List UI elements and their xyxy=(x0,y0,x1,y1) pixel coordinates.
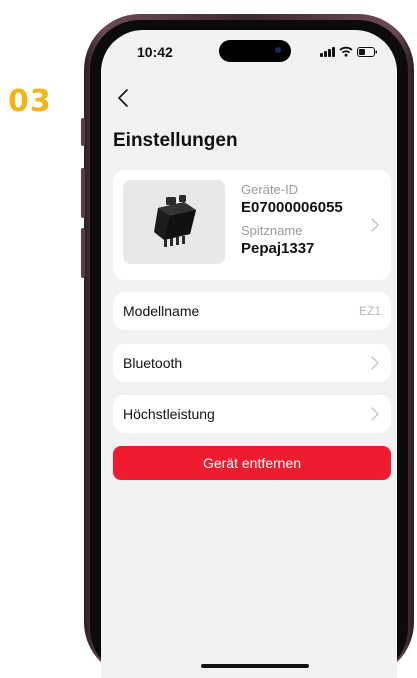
microinverter-icon xyxy=(154,195,196,247)
bluetooth-label: Bluetooth xyxy=(123,355,183,371)
mute-switch xyxy=(81,118,85,146)
status-bar: 10:42 xyxy=(101,30,397,74)
back-button[interactable] xyxy=(111,86,135,110)
model-name-value: EZ1 xyxy=(358,304,381,318)
status-icons xyxy=(320,46,377,57)
step-number: 03 xyxy=(8,84,52,119)
status-time: 10:42 xyxy=(137,44,173,60)
page-title: Einstellungen xyxy=(113,130,238,151)
max-power-label: Höchstleistung xyxy=(123,406,215,422)
device-id-value: E07000006055 xyxy=(241,199,343,216)
chevron-right-icon xyxy=(371,356,379,370)
nickname-value: Pepaj1337 xyxy=(241,240,315,257)
phone-frame: 10:42 Einstellungen Geräte-ID E070000060… xyxy=(81,14,414,678)
volume-up-button xyxy=(81,168,85,218)
nickname-label: Spitzname xyxy=(241,223,303,238)
chevron-right-icon xyxy=(371,407,379,421)
battery-icon xyxy=(357,46,377,57)
bluetooth-row[interactable]: Bluetooth xyxy=(113,344,391,382)
model-name-label: Modellname xyxy=(123,303,200,319)
signal-icon xyxy=(320,46,335,57)
chevron-left-icon xyxy=(118,89,128,107)
chevron-right-icon xyxy=(371,218,379,232)
home-indicator[interactable] xyxy=(201,664,309,668)
camera-dot xyxy=(275,47,281,53)
screen: 10:42 Einstellungen Geräte-ID E070000060… xyxy=(101,30,397,678)
model-name-row[interactable]: Modellname EZ1 xyxy=(113,292,391,330)
device-image xyxy=(123,180,225,264)
device-info: Geräte-ID E07000006055 Spitzname Pepaj13… xyxy=(241,182,343,264)
wifi-icon xyxy=(339,46,353,57)
dynamic-island xyxy=(219,40,291,62)
remove-device-button[interactable]: Gerät entfernen xyxy=(113,446,391,480)
volume-down-button xyxy=(81,228,85,278)
max-power-row[interactable]: Höchstleistung xyxy=(113,395,391,433)
device-id-label: Geräte-ID xyxy=(241,182,299,197)
device-card[interactable]: Geräte-ID E07000006055 Spitzname Pepaj13… xyxy=(113,170,391,280)
phone-bezel: 10:42 Einstellungen Geräte-ID E070000060… xyxy=(90,20,408,678)
